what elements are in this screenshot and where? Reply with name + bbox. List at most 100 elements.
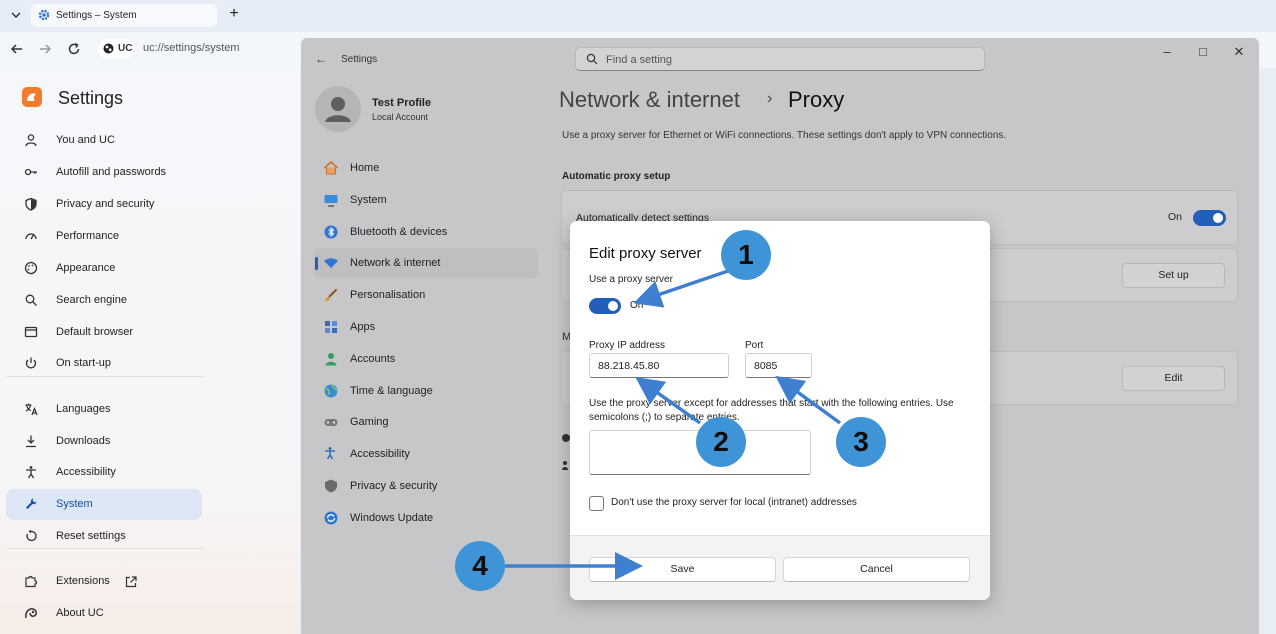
new-tab-button[interactable]: +	[226, 6, 242, 22]
profile-name: Test Profile	[372, 97, 432, 109]
find-setting-search[interactable]	[575, 47, 985, 71]
proxy-ip-input[interactable]	[589, 353, 729, 378]
nav-item-bluetooth-devices[interactable]: Bluetooth & devices	[314, 217, 538, 247]
back-arrow-icon[interactable]: ←	[315, 52, 327, 66]
key-icon	[24, 165, 38, 179]
sidebar-item-privacy-and-security[interactable]: Privacy and security	[6, 189, 202, 220]
step-marker-1: 1	[721, 230, 771, 280]
close-icon[interactable]: ✕	[1229, 44, 1249, 60]
monitor-icon	[323, 192, 339, 208]
minimize-icon[interactable]: –	[1157, 44, 1177, 60]
sidebar-item-label: Downloads	[56, 435, 111, 447]
reload-icon[interactable]	[66, 41, 82, 57]
nav-item-windows-update[interactable]: Windows Update	[314, 503, 538, 533]
nav-item-privacy-security[interactable]: Privacy & security	[314, 471, 538, 501]
sidebar-item-label: Languages	[56, 403, 111, 415]
accessibility-icon	[323, 446, 339, 462]
sidebar-item-extensions[interactable]: Extensions	[6, 566, 202, 597]
sidebar-item-about-uc[interactable]: About UC	[6, 598, 202, 629]
automatic-proxy-heading: Automatic proxy setup	[562, 171, 671, 182]
nav-item-home[interactable]: Home	[314, 153, 538, 183]
nav-item-label: Privacy & security	[350, 480, 438, 492]
nav-item-system[interactable]: System	[314, 185, 538, 215]
sidebar-item-label: About UC	[56, 607, 104, 619]
sidebar-divider	[6, 376, 204, 377]
nav-item-time-language[interactable]: Time & language	[314, 376, 538, 406]
nav-item-label: Home	[350, 162, 380, 174]
nav-item-accounts[interactable]: Accounts	[314, 344, 538, 374]
breadcrumb-parent[interactable]: Network & internet	[559, 87, 740, 113]
exceptions-description: Use the proxy server except for addresse…	[589, 398, 954, 423]
nav-item-apps[interactable]: Apps	[314, 312, 538, 342]
port-input[interactable]	[745, 353, 812, 378]
gamepad-icon	[323, 414, 339, 430]
nav-item-label: Windows Update	[350, 511, 434, 524]
back-arrow-icon[interactable]	[9, 41, 25, 57]
nav-item-label: Time & language	[350, 384, 433, 397]
globe-icon	[323, 383, 339, 399]
bluetooth-icon	[323, 224, 339, 240]
profile-subtitle: Local Account	[372, 112, 429, 122]
browser-tab[interactable]: Settings – System	[31, 4, 217, 27]
home-icon	[323, 160, 339, 176]
sidebar-item-label: Default browser	[56, 326, 134, 338]
nav-item-network-internet[interactable]: Network & internet	[314, 248, 538, 279]
sidebar-item-label: On start-up	[56, 357, 112, 369]
power-icon	[24, 356, 38, 370]
cancel-button[interactable]: Cancel	[783, 557, 970, 582]
forward-arrow-icon[interactable]	[37, 41, 53, 57]
nav-item-gaming[interactable]: Gaming	[314, 407, 538, 437]
auto-detect-toggle[interactable]	[1193, 210, 1226, 226]
local-bypass-label: Don't use the proxy server for local (in…	[611, 497, 857, 508]
download-icon	[24, 434, 38, 448]
sidebar-item-languages[interactable]: Languages	[6, 394, 202, 425]
maximize-icon[interactable]: □	[1193, 44, 1213, 60]
sidebar-item-system[interactable]: System	[6, 489, 202, 520]
find-setting-input[interactable]	[606, 52, 966, 68]
use-proxy-state: On	[630, 300, 644, 311]
sidebar-item-accessibility[interactable]: Accessibility	[6, 457, 202, 488]
sidebar-item-search-engine[interactable]: Search engine	[6, 285, 202, 316]
sidebar-item-label: Search engine	[56, 294, 127, 306]
proxy-description: Use a proxy server for Ethernet or WiFi …	[562, 130, 1007, 141]
url-text[interactable]: uc://settings/system	[143, 42, 240, 54]
sidebar-item-label: Accessibility	[56, 466, 116, 478]
sidebar-item-you-and-uc[interactable]: You and UC	[6, 125, 202, 156]
settings-sidebar: Settings You and UC Autofill and password…	[0, 68, 300, 634]
external-link-icon	[124, 575, 138, 589]
settings-title: Settings	[58, 88, 124, 108]
nav-item-label: Apps	[350, 321, 376, 333]
port-label: Port	[745, 340, 764, 351]
sidebar-item-appearance[interactable]: Appearance	[6, 253, 202, 284]
sidebar-item-label: Privacy and security	[56, 198, 155, 210]
nav-item-label: Bluetooth & devices	[350, 225, 448, 238]
search-icon	[586, 53, 598, 65]
nav-item-accessibility[interactable]: Accessibility	[314, 439, 538, 469]
nav-item-personalisation[interactable]: Personalisation	[314, 280, 538, 310]
save-button[interactable]: Save	[589, 557, 776, 582]
edit-proxy-dialog: Edit proxy server Use a proxy server On …	[570, 221, 990, 600]
sidebar-item-on-start-up[interactable]: On start-up	[6, 348, 202, 379]
use-proxy-toggle[interactable]	[589, 298, 621, 314]
puzzle-icon	[24, 574, 38, 588]
setup-button[interactable]: Set up	[1122, 263, 1225, 288]
nav-item-label: Accounts	[350, 352, 396, 365]
edit-button[interactable]: Edit	[1122, 366, 1225, 391]
site-info-chip[interactable]: UC	[98, 39, 134, 58]
sidebar-item-label: Reset settings	[56, 530, 126, 542]
browser-window-icon	[24, 325, 38, 339]
tab-list-chevron-icon[interactable]	[9, 8, 23, 22]
sidebar-item-default-browser[interactable]: Default browser	[6, 317, 202, 348]
account-icon	[323, 351, 339, 367]
sidebar-item-downloads[interactable]: Downloads	[6, 426, 202, 457]
breadcrumb-separator: ›	[767, 90, 773, 107]
local-bypass-checkbox[interactable]	[589, 496, 604, 511]
dialog-footer: Save Cancel	[570, 535, 990, 600]
reset-icon	[24, 529, 38, 543]
sidebar-item-performance[interactable]: Performance	[6, 221, 202, 252]
uc-logo-icon	[103, 43, 114, 54]
nav-item-label: Accessibility	[350, 448, 410, 461]
sidebar-divider	[6, 548, 204, 549]
speedometer-icon	[24, 229, 38, 243]
sidebar-item-autofill-and-passwords[interactable]: Autofill and passwords	[6, 157, 202, 188]
